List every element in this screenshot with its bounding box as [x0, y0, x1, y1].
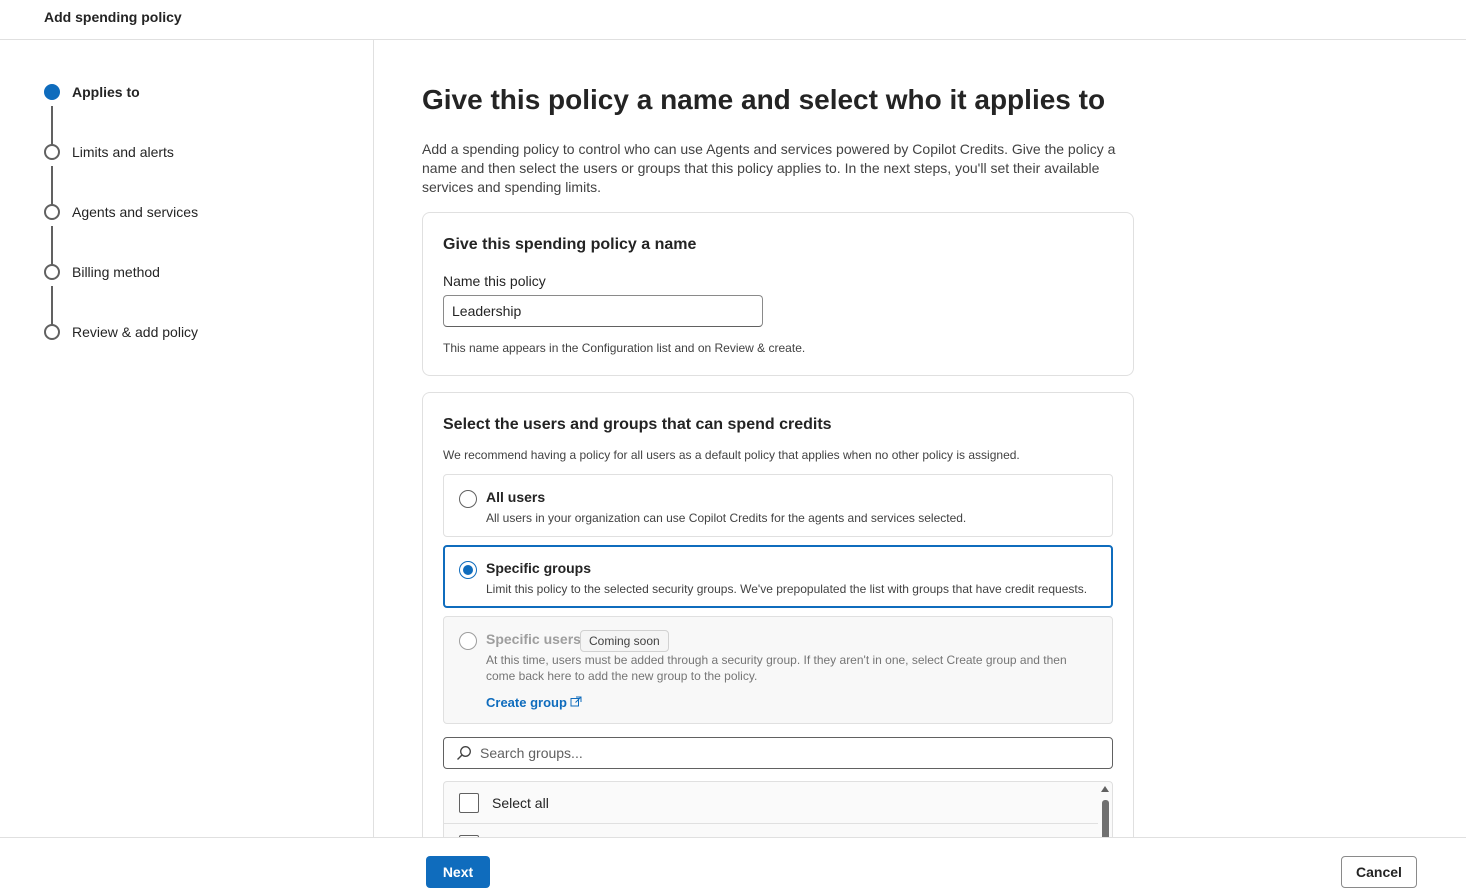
step-pending-indicator-icon [44, 264, 60, 280]
radio-disabled-icon [459, 632, 477, 650]
step-pending-indicator-icon [44, 204, 60, 220]
option-title: All users [486, 489, 546, 505]
scrollbar-thumb[interactable] [1102, 800, 1109, 841]
top-bar: Add spending policy [0, 0, 1466, 40]
search-groups-field[interactable]: Search groups... [443, 737, 1113, 769]
search-groups-input[interactable]: Search groups... [480, 738, 1100, 768]
step-connector [51, 166, 53, 208]
field-label: Name this policy [443, 273, 546, 289]
link-label: Create group [486, 695, 567, 710]
list-scrollbar[interactable] [1098, 782, 1112, 841]
option-specific-users: Specific users Coming soon At this time,… [443, 616, 1113, 724]
policy-name-card: Give this spending policy a name Name th… [422, 212, 1134, 376]
stepper-pane: Applies to Limits and alerts Agents and … [0, 40, 374, 837]
option-all-users[interactable]: All users All users in your organization… [443, 474, 1113, 537]
step-label: Review & add policy [72, 324, 199, 340]
users-groups-card: Select the users and groups that can spe… [422, 392, 1134, 852]
groups-list: Select all [443, 781, 1113, 841]
card-title: Select the users and groups that can spe… [443, 416, 832, 433]
option-description: At this time, users must be added throug… [486, 653, 1067, 683]
option-specific-groups[interactable]: Specific groups Limit this policy to the… [443, 545, 1113, 608]
scroll-up-arrow-icon[interactable] [1101, 786, 1109, 792]
step-connector [51, 286, 53, 328]
radio-checked-icon[interactable] [459, 561, 477, 579]
step-pending-indicator-icon [44, 144, 60, 160]
checkbox-icon[interactable] [459, 793, 479, 813]
policy-name-input[interactable]: Leadership [443, 295, 763, 327]
coming-soon-badge: Coming soon [580, 630, 669, 652]
step-label: Limits and alerts [72, 144, 174, 160]
panel-title: Add spending policy [44, 9, 182, 25]
page-title: Give this policy a name and select who i… [422, 84, 1106, 115]
intro-text: Add a spending policy to control who can… [422, 141, 1116, 195]
radio-unchecked-icon[interactable] [459, 490, 477, 508]
option-title: Specific users [486, 631, 581, 647]
next-button[interactable]: Next [426, 856, 490, 888]
external-link-icon [570, 696, 582, 710]
step-label: Applies to [72, 84, 140, 100]
step-connector [51, 226, 53, 268]
option-description: All users in your organization can use C… [486, 511, 967, 525]
select-all-label: Select all [492, 795, 549, 811]
card-hint: We recommend having a policy for all use… [443, 448, 1020, 462]
cancel-button[interactable]: Cancel [1341, 856, 1417, 888]
option-title: Specific groups [486, 560, 592, 576]
step-pending-indicator-icon [44, 324, 60, 340]
card-title: Give this spending policy a name [443, 236, 697, 253]
create-group-link[interactable]: Create group [486, 695, 582, 710]
select-all-row[interactable]: Select all [444, 782, 1098, 824]
step-connector [51, 106, 53, 148]
step-label: Billing method [72, 264, 160, 280]
field-hint: This name appears in the Configuration l… [443, 341, 806, 355]
search-icon [456, 745, 472, 761]
footer-bar: Next Cancel [0, 837, 1466, 893]
step-label: Agents and services [72, 204, 199, 220]
option-description: Limit this policy to the selected securi… [486, 582, 1088, 596]
step-current-indicator-icon [44, 84, 60, 100]
